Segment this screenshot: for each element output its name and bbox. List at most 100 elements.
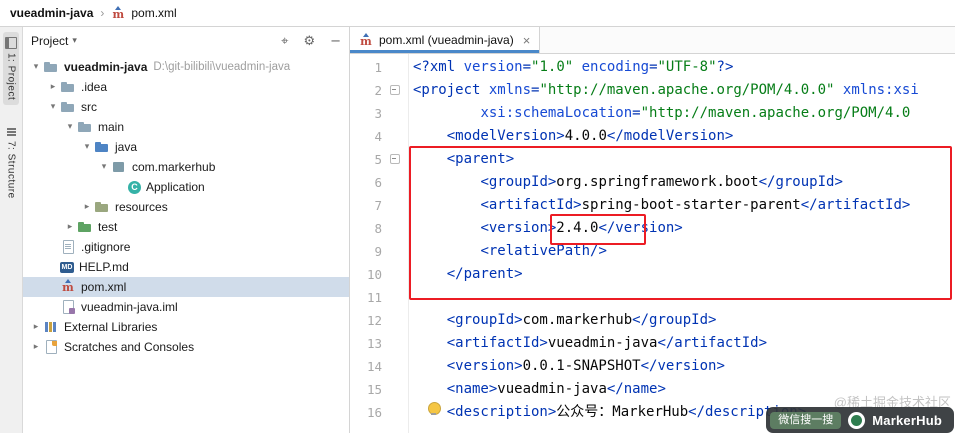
code-token: </name> (606, 381, 666, 397)
tree-item-vueadmin-java-iml[interactable]: vueadmin-java.iml (23, 297, 349, 317)
code-line-10[interactable]: </parent> (413, 263, 955, 286)
hide-panel-icon[interactable]: − (330, 34, 341, 49)
tree-item-pom-xml[interactable]: m pom.xml (23, 277, 349, 297)
tree-expanded-arrow-icon[interactable]: ▾ (29, 62, 43, 72)
code-token: xmlns (488, 82, 532, 98)
breadcrumb-file[interactable]: pom.xml (131, 6, 176, 20)
close-tab-icon[interactable]: × (523, 33, 531, 48)
code-token: <relativePath/> (480, 243, 607, 259)
code-line-8[interactable]: <version>2.4.0</version> (413, 217, 955, 240)
tree-item--idea[interactable]: ▸ .idea (23, 77, 349, 97)
gear-icon[interactable]: ⚙ (303, 34, 315, 49)
line-number: 8 (374, 221, 382, 236)
wechat-search-label: 微信搜一搜 (770, 411, 842, 429)
project-tree: ▾ vueadmin-java D:\git-bilibili\vueadmin-j… (23, 55, 349, 433)
tree-item-src[interactable]: ▾ src (23, 97, 349, 117)
tree-item-label: java (115, 140, 138, 154)
code-token: <artifactId> (446, 335, 548, 351)
tool-window-tab-project[interactable]: 1: Project (3, 32, 19, 106)
code-token: <modelVersion> (446, 128, 565, 144)
code-token: <version> (480, 220, 557, 236)
code-token: com.markerhub (522, 312, 633, 328)
tree-item-label: Application (146, 180, 205, 194)
tree-collapsed-arrow-icon[interactable]: ▸ (80, 202, 94, 212)
code-line-12[interactable]: <groupId>com.markerhub</groupId> (413, 309, 955, 332)
code-token: "http://maven.apache.org/POM/4.0 (640, 105, 911, 121)
tree-item-java[interactable]: ▾ java (23, 137, 349, 157)
tree-collapsed-arrow-icon[interactable]: ▸ (29, 322, 43, 332)
code-line-5[interactable]: <parent> (413, 148, 955, 171)
package-icon (111, 159, 127, 175)
tree-item-label: External Libraries (64, 320, 158, 334)
locate-file-icon[interactable]: ⌖ (281, 34, 288, 49)
tree-collapsed-arrow-icon[interactable]: ▸ (29, 342, 43, 352)
tree-collapsed-arrow-icon[interactable]: ▸ (46, 82, 60, 92)
chevron-down-icon[interactable]: ▾ (72, 36, 77, 46)
tree-item-resources[interactable]: ▸ resources (23, 197, 349, 217)
project-panel-title[interactable]: Project (31, 34, 68, 48)
code-line-14[interactable]: <version>0.0.1-SNAPSHOT</version> (413, 355, 955, 378)
tree-item-application[interactable]: C Application (23, 177, 349, 197)
fold-marker-icon[interactable] (390, 154, 400, 164)
code-line-7[interactable]: <artifactId>spring-boot-starter-parent</… (413, 194, 955, 217)
tree-collapsed-arrow-icon[interactable]: ▸ (63, 222, 77, 232)
wechat-search-badge: 微信搜一搜 MarkerHub (766, 407, 954, 433)
fold-marker-icon[interactable] (390, 85, 400, 95)
project-tool-icon (5, 37, 17, 49)
tool-window-tab-structure[interactable]: 7: Structure (4, 121, 19, 204)
line-number: 12 (366, 313, 382, 328)
line-number: 7 (374, 198, 382, 213)
code-line-2[interactable]: <project xmlns="http://maven.apache.org/… (413, 79, 955, 102)
code-token: </version> (598, 220, 683, 236)
code-token: </groupId> (758, 174, 843, 190)
code-line-11[interactable] (413, 286, 955, 309)
code-token: <description> (446, 404, 557, 420)
intention-bulb-icon[interactable] (428, 402, 441, 415)
tree-expanded-arrow-icon[interactable]: ▾ (80, 142, 94, 152)
tree-expanded-arrow-icon[interactable]: ▾ (63, 122, 77, 132)
maven-file-icon: m (111, 6, 125, 20)
tree-expanded-arrow-icon[interactable]: ▾ (46, 102, 60, 112)
tree-item-help-md[interactable]: MD HELP.md (23, 257, 349, 277)
tree-item--gitignore[interactable]: .gitignore (23, 237, 349, 257)
code-content[interactable]: <?xml version="1.0" encoding="UTF-8"?> <p… (409, 54, 955, 433)
code-token: <?xml (413, 59, 464, 75)
code-token: 2.4.0 (556, 220, 599, 236)
project-panel-header: Project ▾ ⌖ ⚙ − (23, 27, 349, 55)
tree-item-vueadmin-java[interactable]: ▾ vueadmin-java D:\git-bilibili\vueadmin-j… (23, 57, 349, 77)
breadcrumb-project[interactable]: vueadmin-java (10, 6, 93, 20)
code-token: = (522, 59, 532, 75)
line-number: 9 (374, 244, 382, 259)
tree-expanded-arrow-icon[interactable]: ▾ (97, 162, 111, 172)
code-line-9[interactable]: <relativePath/> (413, 240, 955, 263)
code-token: 0.0.1-SNAPSHOT (522, 358, 641, 374)
line-number: 15 (366, 382, 382, 397)
tree-item-scratches-and-consoles[interactable]: ▸ Scratches and Consoles (23, 337, 349, 357)
code-line-6[interactable]: <groupId>org.springframework.boot</group… (413, 171, 955, 194)
file-maven-icon: m (60, 279, 76, 295)
tree-item-com-markerhub[interactable]: ▾ com.markerhub (23, 157, 349, 177)
code-token: </parent> (446, 266, 523, 282)
code-line-3[interactable]: xsi:schemaLocation="http://maven.apache.… (413, 102, 955, 125)
editor-code-area[interactable]: 1 2 3 4 5 6 7 8 9 10 11 12 13 14 15 16 <?xml version="1… (350, 54, 955, 433)
tree-item-test[interactable]: ▸ test (23, 217, 349, 237)
editor-tab-pom-xml[interactable]: m pom.xml (vueadmin-java) × (350, 27, 541, 53)
code-token: version (463, 59, 523, 75)
code-line-13[interactable]: <artifactId>vueadmin-java</artifactId> (413, 332, 955, 355)
code-token: <groupId> (480, 174, 557, 190)
tree-item-main[interactable]: ▾ main (23, 117, 349, 137)
code-token: </artifactId> (657, 335, 768, 351)
folder-test-icon (77, 219, 93, 235)
code-line-1[interactable]: <?xml version="1.0" encoding="UTF-8"?> (413, 56, 955, 79)
code-token: </modelVersion> (606, 128, 734, 144)
code-line-4[interactable]: <modelVersion>4.0.0</modelVersion> (413, 125, 955, 148)
tree-item-label: Scratches and Consoles (64, 340, 195, 354)
code-token: <project (413, 82, 489, 98)
maven-letter: m (360, 35, 372, 48)
tree-item-label: resources (115, 200, 168, 214)
line-number: 4 (374, 129, 382, 144)
tree-item-external-libraries[interactable]: ▸ External Libraries (23, 317, 349, 337)
